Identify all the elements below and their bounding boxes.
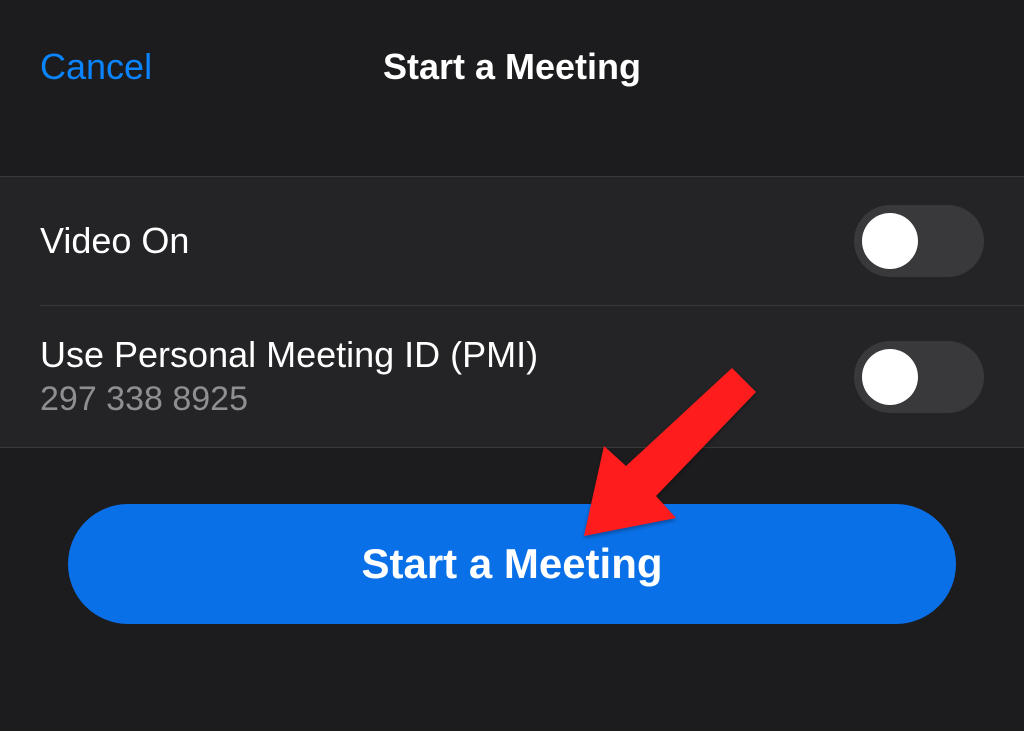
status-bar bbox=[0, 0, 1024, 22]
pmi-toggle[interactable] bbox=[854, 341, 984, 413]
start-meeting-button[interactable]: Start a Meeting bbox=[68, 504, 956, 624]
video-toggle[interactable] bbox=[854, 205, 984, 277]
button-area: Start a Meeting bbox=[0, 448, 1024, 624]
setting-row-video: Video On bbox=[0, 177, 1024, 305]
pmi-value: 297 338 8925 bbox=[40, 380, 538, 419]
settings-group: Video On Use Personal Meeting ID (PMI) 2… bbox=[0, 176, 1024, 448]
cancel-button[interactable]: Cancel bbox=[40, 46, 152, 88]
setting-row-pmi: Use Personal Meeting ID (PMI) 297 338 89… bbox=[40, 305, 1024, 447]
header: Cancel Start a Meeting bbox=[0, 22, 1024, 118]
page-title: Start a Meeting bbox=[383, 46, 641, 88]
setting-label-wrap: Use Personal Meeting ID (PMI) 297 338 89… bbox=[40, 334, 538, 419]
header-spacer bbox=[0, 118, 1024, 176]
setting-label-wrap: Video On bbox=[40, 220, 189, 262]
video-label: Video On bbox=[40, 220, 189, 262]
pmi-label: Use Personal Meeting ID (PMI) bbox=[40, 334, 538, 376]
